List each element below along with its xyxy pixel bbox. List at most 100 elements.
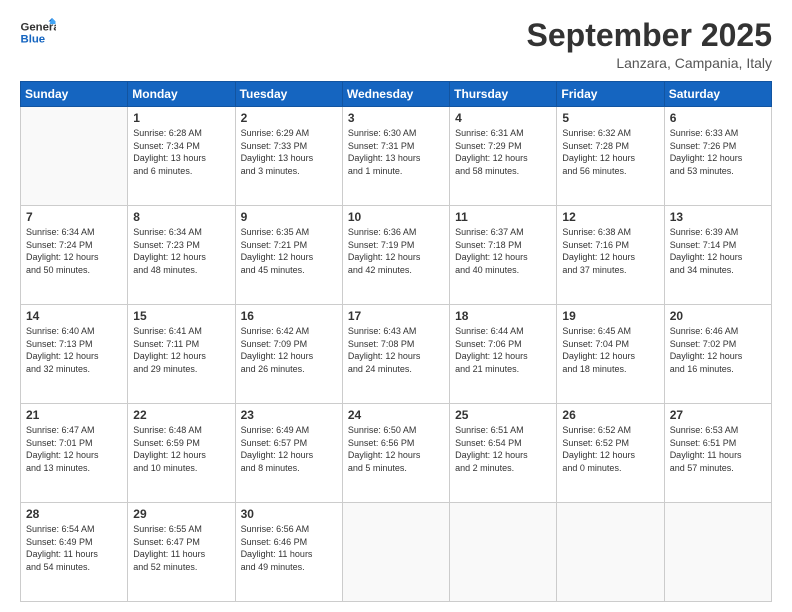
day-number: 9	[241, 210, 337, 224]
calendar-cell: 21 Sunrise: 6:47 AM Sunset: 7:01 PM Dayli…	[21, 404, 128, 503]
day-number: 7	[26, 210, 122, 224]
svg-text:Blue: Blue	[21, 34, 46, 46]
day-number: 13	[670, 210, 766, 224]
day-info: Sunrise: 6:37 AM Sunset: 7:18 PM Dayligh…	[455, 226, 551, 276]
day-number: 6	[670, 111, 766, 125]
calendar-cell: 8 Sunrise: 6:34 AM Sunset: 7:23 PM Daylig…	[128, 206, 235, 305]
day-info: Sunrise: 6:55 AM Sunset: 6:47 PM Dayligh…	[133, 523, 229, 573]
calendar-cell: 6Sunrise: 6:33 AM Sunset: 7:26 PM Daylig…	[664, 107, 771, 206]
day-number: 8	[133, 210, 229, 224]
weekday-header-wednesday: Wednesday	[342, 82, 449, 107]
day-number: 16	[241, 309, 337, 323]
day-number: 10	[348, 210, 444, 224]
day-number: 20	[670, 309, 766, 323]
calendar-cell: 19 Sunrise: 6:45 AM Sunset: 7:04 PM Dayli…	[557, 305, 664, 404]
day-number: 5	[562, 111, 658, 125]
day-info: Sunrise: 6:34 AM Sunset: 7:23 PM Dayligh…	[133, 226, 229, 276]
day-number: 14	[26, 309, 122, 323]
calendar-cell	[21, 107, 128, 206]
day-number: 2	[241, 111, 337, 125]
month-title: September 2025	[527, 18, 772, 53]
calendar-cell: 27Sunrise: 6:53 AM Sunset: 6:51 PM Dayli…	[664, 404, 771, 503]
day-info: Sunrise: 6:54 AM Sunset: 6:49 PM Dayligh…	[26, 523, 122, 573]
day-info: Sunrise: 6:47 AM Sunset: 7:01 PM Dayligh…	[26, 424, 122, 474]
calendar-cell: 20 Sunrise: 6:46 AM Sunset: 7:02 PM Dayli…	[664, 305, 771, 404]
day-number: 24	[348, 408, 444, 422]
calendar-cell: 9Sunrise: 6:35 AM Sunset: 7:21 PM Daylig…	[235, 206, 342, 305]
day-info: Sunrise: 6:28 AM Sunset: 7:34 PM Dayligh…	[133, 127, 229, 177]
calendar-cell: 16 Sunrise: 6:42 AM Sunset: 7:09 PM Dayli…	[235, 305, 342, 404]
day-info: Sunrise: 6:46 AM Sunset: 7:02 PM Dayligh…	[670, 325, 766, 375]
day-number: 21	[26, 408, 122, 422]
calendar-week-row: 21 Sunrise: 6:47 AM Sunset: 7:01 PM Dayli…	[21, 404, 772, 503]
calendar-table: SundayMondayTuesdayWednesdayThursdayFrid…	[20, 81, 772, 602]
day-number: 11	[455, 210, 551, 224]
calendar-cell: 22Sunrise: 6:48 AM Sunset: 6:59 PM Dayli…	[128, 404, 235, 503]
day-number: 4	[455, 111, 551, 125]
location: Lanzara, Campania, Italy	[527, 55, 772, 71]
day-info: Sunrise: 6:34 AM Sunset: 7:24 PM Dayligh…	[26, 226, 122, 276]
calendar-cell: 4 Sunrise: 6:31 AM Sunset: 7:29 PM Daylig…	[450, 107, 557, 206]
calendar-cell: 15Sunrise: 6:41 AM Sunset: 7:11 PM Dayli…	[128, 305, 235, 404]
calendar-cell	[450, 503, 557, 602]
day-number: 1	[133, 111, 229, 125]
calendar-cell	[342, 503, 449, 602]
calendar-cell: 28Sunrise: 6:54 AM Sunset: 6:49 PM Dayli…	[21, 503, 128, 602]
calendar-cell	[664, 503, 771, 602]
calendar-cell: 14 Sunrise: 6:40 AM Sunset: 7:13 PM Dayli…	[21, 305, 128, 404]
title-block: September 2025 Lanzara, Campania, Italy	[527, 18, 772, 71]
calendar-week-row: 7 Sunrise: 6:34 AM Sunset: 7:24 PM Daylig…	[21, 206, 772, 305]
calendar-week-row: 1 Sunrise: 6:28 AM Sunset: 7:34 PM Daylig…	[21, 107, 772, 206]
calendar-cell: 5 Sunrise: 6:32 AM Sunset: 7:28 PM Daylig…	[557, 107, 664, 206]
header: General Blue September 2025 Lanzara, Cam…	[20, 18, 772, 71]
calendar-cell: 13 Sunrise: 6:39 AM Sunset: 7:14 PM Dayli…	[664, 206, 771, 305]
day-info: Sunrise: 6:31 AM Sunset: 7:29 PM Dayligh…	[455, 127, 551, 177]
calendar-cell: 3Sunrise: 6:30 AM Sunset: 7:31 PM Daylig…	[342, 107, 449, 206]
calendar-header-row: SundayMondayTuesdayWednesdayThursdayFrid…	[21, 82, 772, 107]
day-info: Sunrise: 6:32 AM Sunset: 7:28 PM Dayligh…	[562, 127, 658, 177]
day-info: Sunrise: 6:51 AM Sunset: 6:54 PM Dayligh…	[455, 424, 551, 474]
day-info: Sunrise: 6:44 AM Sunset: 7:06 PM Dayligh…	[455, 325, 551, 375]
logo-icon: General Blue	[20, 18, 56, 46]
day-number: 22	[133, 408, 229, 422]
day-info: Sunrise: 6:39 AM Sunset: 7:14 PM Dayligh…	[670, 226, 766, 276]
day-info: Sunrise: 6:40 AM Sunset: 7:13 PM Dayligh…	[26, 325, 122, 375]
calendar-cell: 17 Sunrise: 6:43 AM Sunset: 7:08 PM Dayli…	[342, 305, 449, 404]
calendar-cell: 12 Sunrise: 6:38 AM Sunset: 7:16 PM Dayli…	[557, 206, 664, 305]
calendar-cell: 11 Sunrise: 6:37 AM Sunset: 7:18 PM Dayli…	[450, 206, 557, 305]
calendar-week-row: 28Sunrise: 6:54 AM Sunset: 6:49 PM Dayli…	[21, 503, 772, 602]
logo: General Blue	[20, 18, 56, 46]
weekday-header-thursday: Thursday	[450, 82, 557, 107]
calendar-cell: 29 Sunrise: 6:55 AM Sunset: 6:47 PM Dayli…	[128, 503, 235, 602]
calendar-cell: 25Sunrise: 6:51 AM Sunset: 6:54 PM Dayli…	[450, 404, 557, 503]
day-number: 23	[241, 408, 337, 422]
day-number: 17	[348, 309, 444, 323]
day-info: Sunrise: 6:38 AM Sunset: 7:16 PM Dayligh…	[562, 226, 658, 276]
calendar-cell: 1 Sunrise: 6:28 AM Sunset: 7:34 PM Daylig…	[128, 107, 235, 206]
day-info: Sunrise: 6:42 AM Sunset: 7:09 PM Dayligh…	[241, 325, 337, 375]
day-info: Sunrise: 6:36 AM Sunset: 7:19 PM Dayligh…	[348, 226, 444, 276]
calendar-cell: 10 Sunrise: 6:36 AM Sunset: 7:19 PM Dayli…	[342, 206, 449, 305]
page: General Blue September 2025 Lanzara, Cam…	[0, 0, 792, 612]
day-number: 27	[670, 408, 766, 422]
calendar-cell: 18 Sunrise: 6:44 AM Sunset: 7:06 PM Dayli…	[450, 305, 557, 404]
day-info: Sunrise: 6:30 AM Sunset: 7:31 PM Dayligh…	[348, 127, 444, 177]
day-info: Sunrise: 6:45 AM Sunset: 7:04 PM Dayligh…	[562, 325, 658, 375]
calendar-cell: 30Sunrise: 6:56 AM Sunset: 6:46 PM Dayli…	[235, 503, 342, 602]
weekday-header-monday: Monday	[128, 82, 235, 107]
day-info: Sunrise: 6:52 AM Sunset: 6:52 PM Dayligh…	[562, 424, 658, 474]
day-number: 12	[562, 210, 658, 224]
day-number: 30	[241, 507, 337, 521]
day-number: 29	[133, 507, 229, 521]
calendar-week-row: 14 Sunrise: 6:40 AM Sunset: 7:13 PM Dayli…	[21, 305, 772, 404]
calendar-cell	[557, 503, 664, 602]
weekday-header-friday: Friday	[557, 82, 664, 107]
day-info: Sunrise: 6:49 AM Sunset: 6:57 PM Dayligh…	[241, 424, 337, 474]
calendar-cell: 2 Sunrise: 6:29 AM Sunset: 7:33 PM Daylig…	[235, 107, 342, 206]
day-number: 18	[455, 309, 551, 323]
day-info: Sunrise: 6:29 AM Sunset: 7:33 PM Dayligh…	[241, 127, 337, 177]
day-number: 19	[562, 309, 658, 323]
weekday-header-sunday: Sunday	[21, 82, 128, 107]
day-info: Sunrise: 6:43 AM Sunset: 7:08 PM Dayligh…	[348, 325, 444, 375]
weekday-header-saturday: Saturday	[664, 82, 771, 107]
